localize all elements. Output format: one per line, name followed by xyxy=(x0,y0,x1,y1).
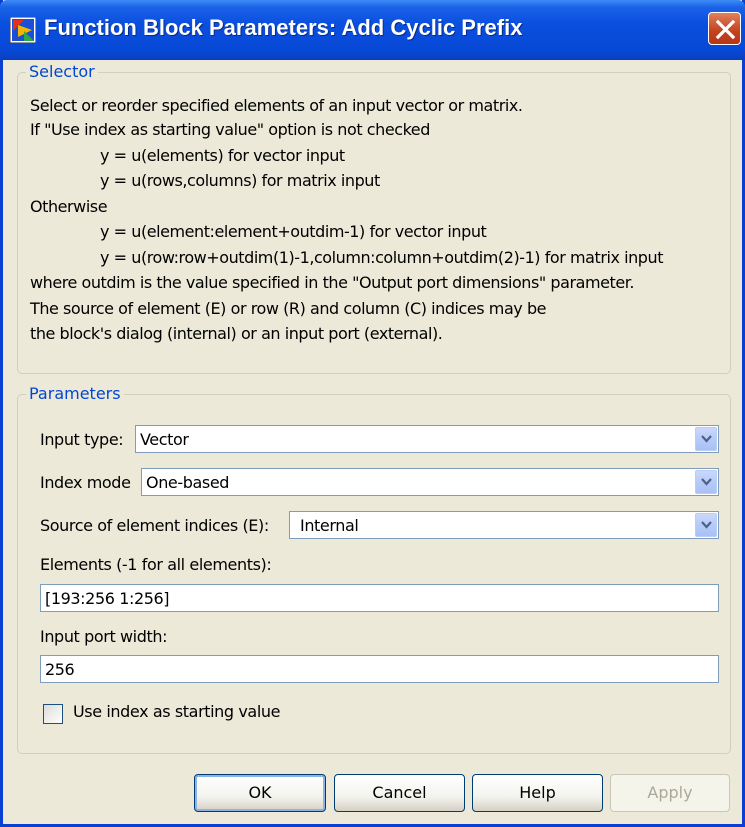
description-line: Select or reorder specified elements of … xyxy=(30,96,523,115)
elements-field[interactable]: [193:256 1:256] xyxy=(40,584,719,612)
input-type-select[interactable]: Vector xyxy=(135,425,719,453)
selector-legend: Selector xyxy=(26,62,98,81)
ok-button[interactable]: OK xyxy=(194,774,326,812)
description-line: y = u(rows,columns) for matrix input xyxy=(100,171,380,190)
input-type-label: Input type: xyxy=(40,430,124,449)
description-line: the block's dialog (internal) or an inpu… xyxy=(30,324,443,343)
description-line: If "Use index as starting value" option … xyxy=(30,120,430,139)
index-mode-select[interactable]: One-based xyxy=(141,468,719,496)
chevron-down-icon xyxy=(701,435,712,443)
dropdown-button[interactable] xyxy=(695,427,717,451)
simulink-block-icon xyxy=(10,17,36,43)
selector-group: Selector Select or reorder specified ele… xyxy=(17,62,731,374)
source-indices-select[interactable]: Internal xyxy=(289,511,719,539)
dropdown-button[interactable] xyxy=(695,470,717,494)
apply-button[interactable]: Apply xyxy=(610,774,730,812)
input-port-width-field[interactable]: 256 xyxy=(40,655,719,683)
description-line: Otherwise xyxy=(30,197,108,216)
source-indices-label: Source of element indices (E): xyxy=(40,516,269,535)
description-line: y = u(elements) for vector input xyxy=(100,146,345,165)
title-bar[interactable]: Function Block Parameters: Add Cyclic Pr… xyxy=(0,0,745,60)
description-line: The source of element (E) or row (R) and… xyxy=(30,299,547,318)
source-indices-value: Internal xyxy=(300,516,359,535)
use-index-checkbox[interactable] xyxy=(43,704,63,724)
elements-label: Elements (-1 for all elements): xyxy=(40,555,272,574)
help-button[interactable]: Help xyxy=(472,774,603,812)
description-line: y = u(element:element+outdim-1) for vect… xyxy=(100,222,487,241)
dropdown-button[interactable] xyxy=(695,513,717,537)
dialog-window: Function Block Parameters: Add Cyclic Pr… xyxy=(0,0,745,827)
input-type-value: Vector xyxy=(140,430,189,449)
index-mode-value: One-based xyxy=(146,473,230,492)
description-line: where outdim is the value specified in t… xyxy=(30,273,635,292)
use-index-label[interactable]: Use index as starting value xyxy=(73,702,280,721)
chevron-down-icon xyxy=(701,478,712,486)
window-title: Function Block Parameters: Add Cyclic Pr… xyxy=(44,15,523,40)
close-icon xyxy=(715,19,736,40)
chevron-down-icon xyxy=(701,521,712,529)
cancel-button[interactable]: Cancel xyxy=(334,774,465,812)
parameters-group: Parameters Input type: Vector Index mode… xyxy=(17,384,731,754)
input-port-width-label: Input port width: xyxy=(40,627,168,646)
description-line: y = u(row:row+outdim(1)-1,column:column+… xyxy=(100,248,664,267)
close-button[interactable] xyxy=(708,12,741,45)
parameters-legend: Parameters xyxy=(26,384,124,403)
index-mode-label: Index mode xyxy=(40,473,131,492)
